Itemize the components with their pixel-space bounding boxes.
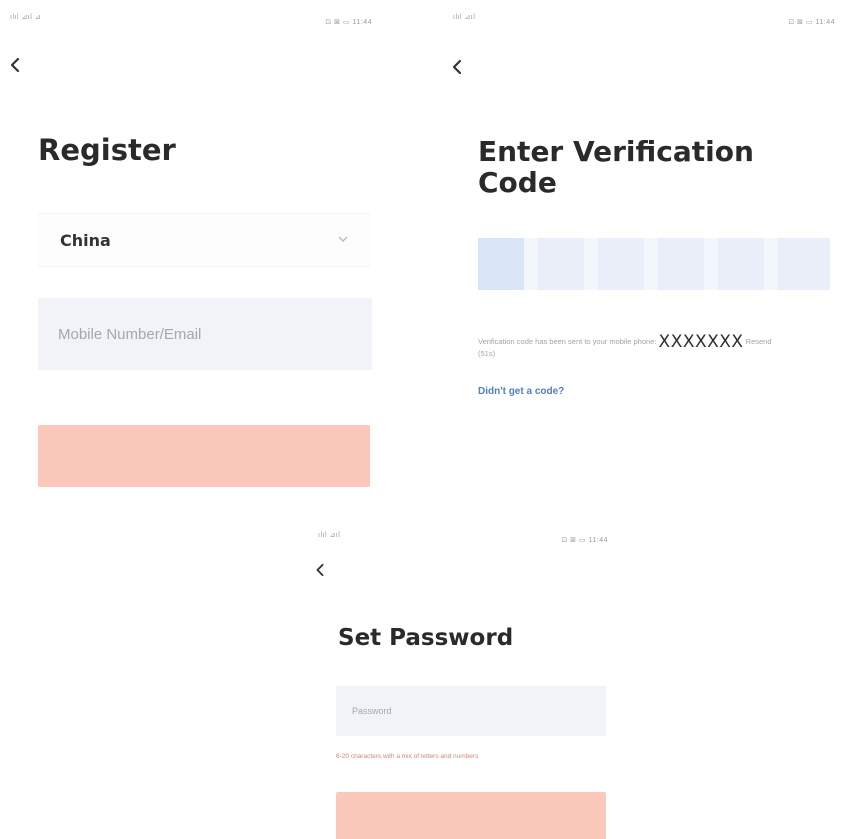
chevron-left-icon[interactable] [450,58,464,76]
code-digit-cell[interactable] [598,238,644,290]
signal-indicator: ılıl ⊿ıl ⊿ [10,14,42,21]
set-password-screen: ılıl ⊿ıl ⊡ ⊠ ▭ 11:44 Set Password 6-20 c… [300,520,620,839]
password-hint: 6-20 characters with a mix of letters an… [336,753,479,760]
page-title: Set Password [338,625,514,651]
signal-indicator: ılıl ⊿ıl [318,532,341,539]
mobile-email-input[interactable] [38,298,372,370]
verification-code-input[interactable] [478,238,830,290]
get-code-button[interactable] [38,425,370,487]
status-bar: ılıl ⊿ıl ⊡ ⊠ ▭ 11:44 [318,532,608,552]
page-title: Enter Verification Code [478,135,754,200]
country-selector[interactable]: China [38,213,370,267]
verification-screen: ılıl ⊿ıl ⊡ ⊠ ▭ 11:44 Enter Verification … [440,0,845,420]
country-label: China [60,231,111,250]
status-time: ⊡ ⊠ ▭ 11:44 [325,19,372,26]
register-screen: ılıl ⊿ıl ⊿ ⊡ ⊠ ▭ 11:44 Register China [0,0,400,500]
code-digit-cell[interactable] [658,238,704,290]
page-title: Register [38,133,176,167]
chevron-left-icon[interactable] [314,562,326,578]
code-digit-cell[interactable] [538,238,584,290]
phone-number: XXXXXXX [658,332,744,352]
password-input[interactable] [336,686,606,736]
status-time: ⊡ ⊠ ▭ 11:44 [561,537,608,544]
code-digit-cell[interactable] [778,238,830,290]
chevron-left-icon[interactable] [8,56,22,74]
code-digit-cell[interactable] [718,238,764,290]
chevron-down-icon [338,236,348,242]
status-time: ⊡ ⊠ ▭ 11:44 [788,19,835,26]
done-button[interactable] [336,792,606,839]
code-message-text: Verification code has been sent to your … [478,337,657,346]
status-bar: ılıl ⊿ıl ⊡ ⊠ ▭ 11:44 [453,14,835,34]
code-digit-cell[interactable] [478,238,524,290]
code-sent-message: Verification code has been sent to your … [478,334,788,360]
resend-code-link[interactable]: Didn't get a code? [478,386,564,397]
signal-indicator: ılıl ⊿ıl [453,14,476,21]
status-bar: ılıl ⊿ıl ⊿ ⊡ ⊠ ▭ 11:44 [10,14,372,34]
